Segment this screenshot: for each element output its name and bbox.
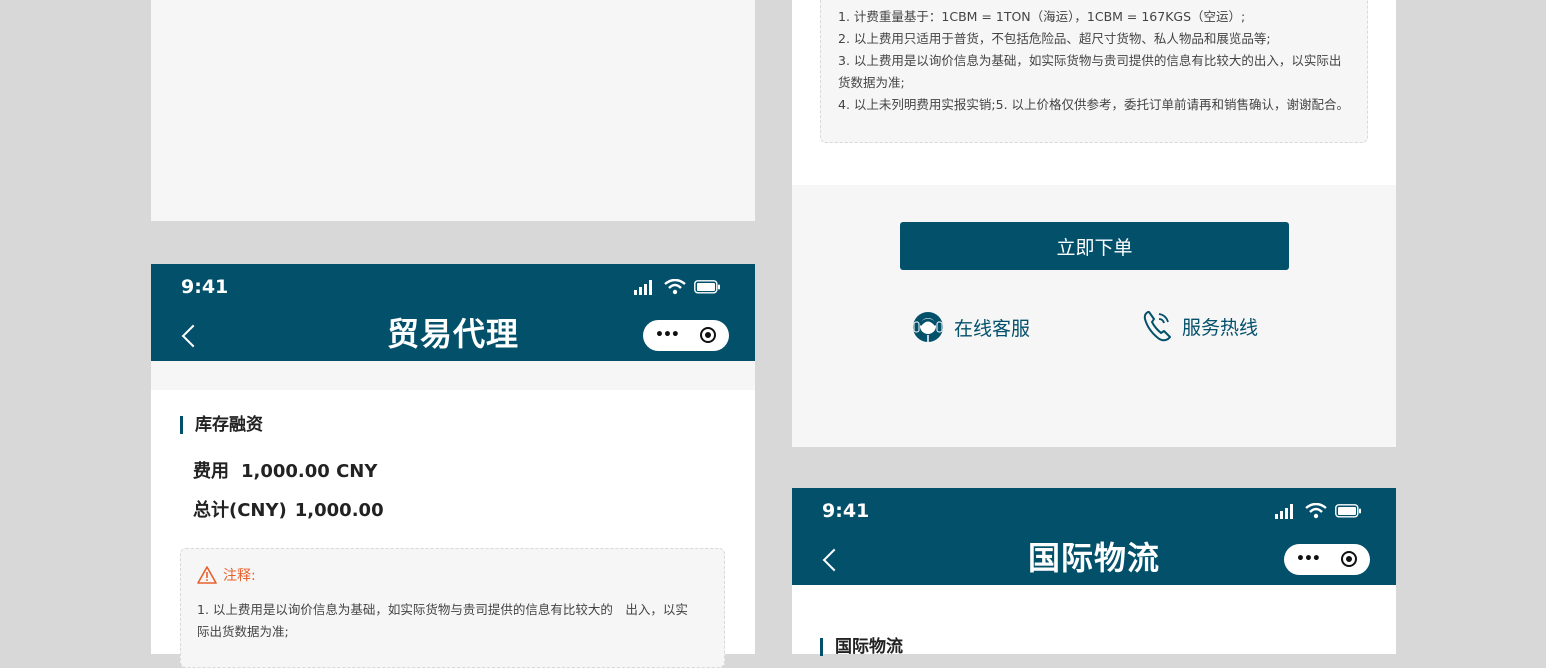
note-line: 1. 以上费用是以询价信息为基础，如实际货物与贵司提供的信息有比较大的 出入，以… bbox=[197, 602, 688, 617]
note-header: 注释: bbox=[197, 565, 708, 585]
more-icon[interactable]: ••• bbox=[655, 327, 680, 343]
online-service-button[interactable]: 在线客服 bbox=[910, 309, 1030, 345]
fee-row: 费用 1,000.00 CNY bbox=[193, 457, 377, 483]
battery-icon bbox=[1335, 504, 1361, 518]
note-line: 3. 以上费用是以询价信息为基础，如实际货物与贵司提供的信息有比较大的出入，以实… bbox=[838, 53, 1342, 68]
warning-icon bbox=[197, 566, 217, 584]
phone-icon bbox=[1143, 311, 1171, 342]
note-line: 2. 以上费用只适用于普货，不包括危险品、超尺寸货物、私人物品和展览品等; bbox=[838, 31, 1271, 46]
status-icons bbox=[1275, 503, 1362, 519]
signal-icon bbox=[1275, 504, 1293, 519]
trade-agent-nav-bar: 9:41 贸易代理 ••• bbox=[151, 264, 755, 361]
wifi-icon bbox=[1305, 503, 1327, 519]
note-line: 际出货数据为准; bbox=[197, 624, 289, 639]
order-notes-area: 1. 计费重量基于：1CBM = 1TON（海运），1CBM = 167KGS（… bbox=[792, 0, 1396, 185]
trade-agent-content: 库存融资 费用 1,000.00 CNY 总计(CNY) 1,000.00 注释: … bbox=[151, 390, 755, 668]
logistics-content: 国际物流 bbox=[792, 585, 1396, 656]
total-row: 总计(CNY) 1,000.00 bbox=[193, 496, 384, 522]
signal-icon bbox=[634, 280, 652, 295]
note-line: 1. 计费重量基于：1CBM = 1TON（海运），1CBM = 167KGS（… bbox=[838, 9, 1246, 24]
close-icon[interactable] bbox=[1341, 551, 1357, 567]
online-service-label: 在线客服 bbox=[954, 317, 1031, 340]
top-left-panel bbox=[151, 0, 755, 221]
status-time: 9:41 bbox=[822, 500, 870, 522]
hotline-button[interactable]: 服务热线 bbox=[1142, 309, 1258, 343]
hotline-label: 服务热线 bbox=[1182, 316, 1259, 339]
wifi-icon bbox=[664, 279, 686, 295]
battery-icon bbox=[694, 280, 720, 294]
fee-value: 1,000.00 CNY bbox=[241, 461, 378, 482]
logistics-nav-bar: 9:41 国际物流 ••• bbox=[792, 488, 1396, 585]
fee-label: 费用 bbox=[193, 461, 229, 482]
mini-program-capsule[interactable]: ••• bbox=[643, 320, 729, 351]
close-icon[interactable] bbox=[700, 327, 716, 343]
place-order-button[interactable]: 立即下单 bbox=[900, 222, 1289, 270]
total-value: 1,000.00 bbox=[294, 500, 384, 521]
status-time: 9:41 bbox=[181, 276, 229, 298]
note-line: 4. 以上未列明费用实报实销;5. 以上价格仅供参考，委托订单前请再和销售确认，… bbox=[838, 97, 1350, 112]
headset-icon bbox=[913, 312, 943, 342]
fee-notes-box: 1. 计费重量基于：1CBM = 1TON（海运），1CBM = 167KGS（… bbox=[820, 0, 1368, 143]
note-box: 注释: 1. 以上费用是以询价信息为基础，如实际货物与贵司提供的信息有比较大的 … bbox=[180, 548, 725, 668]
total-label: 总计(CNY) bbox=[193, 500, 287, 521]
section-title: 库存融资 bbox=[180, 416, 263, 434]
section-title: 国际物流 bbox=[820, 638, 903, 656]
note-title: 注释: bbox=[223, 568, 256, 584]
note-line: 货数据为准; bbox=[838, 75, 905, 90]
more-icon[interactable]: ••• bbox=[1296, 551, 1321, 567]
trade-agent-gap bbox=[151, 361, 755, 390]
mini-program-capsule[interactable]: ••• bbox=[1284, 544, 1370, 575]
status-icons bbox=[634, 279, 721, 295]
